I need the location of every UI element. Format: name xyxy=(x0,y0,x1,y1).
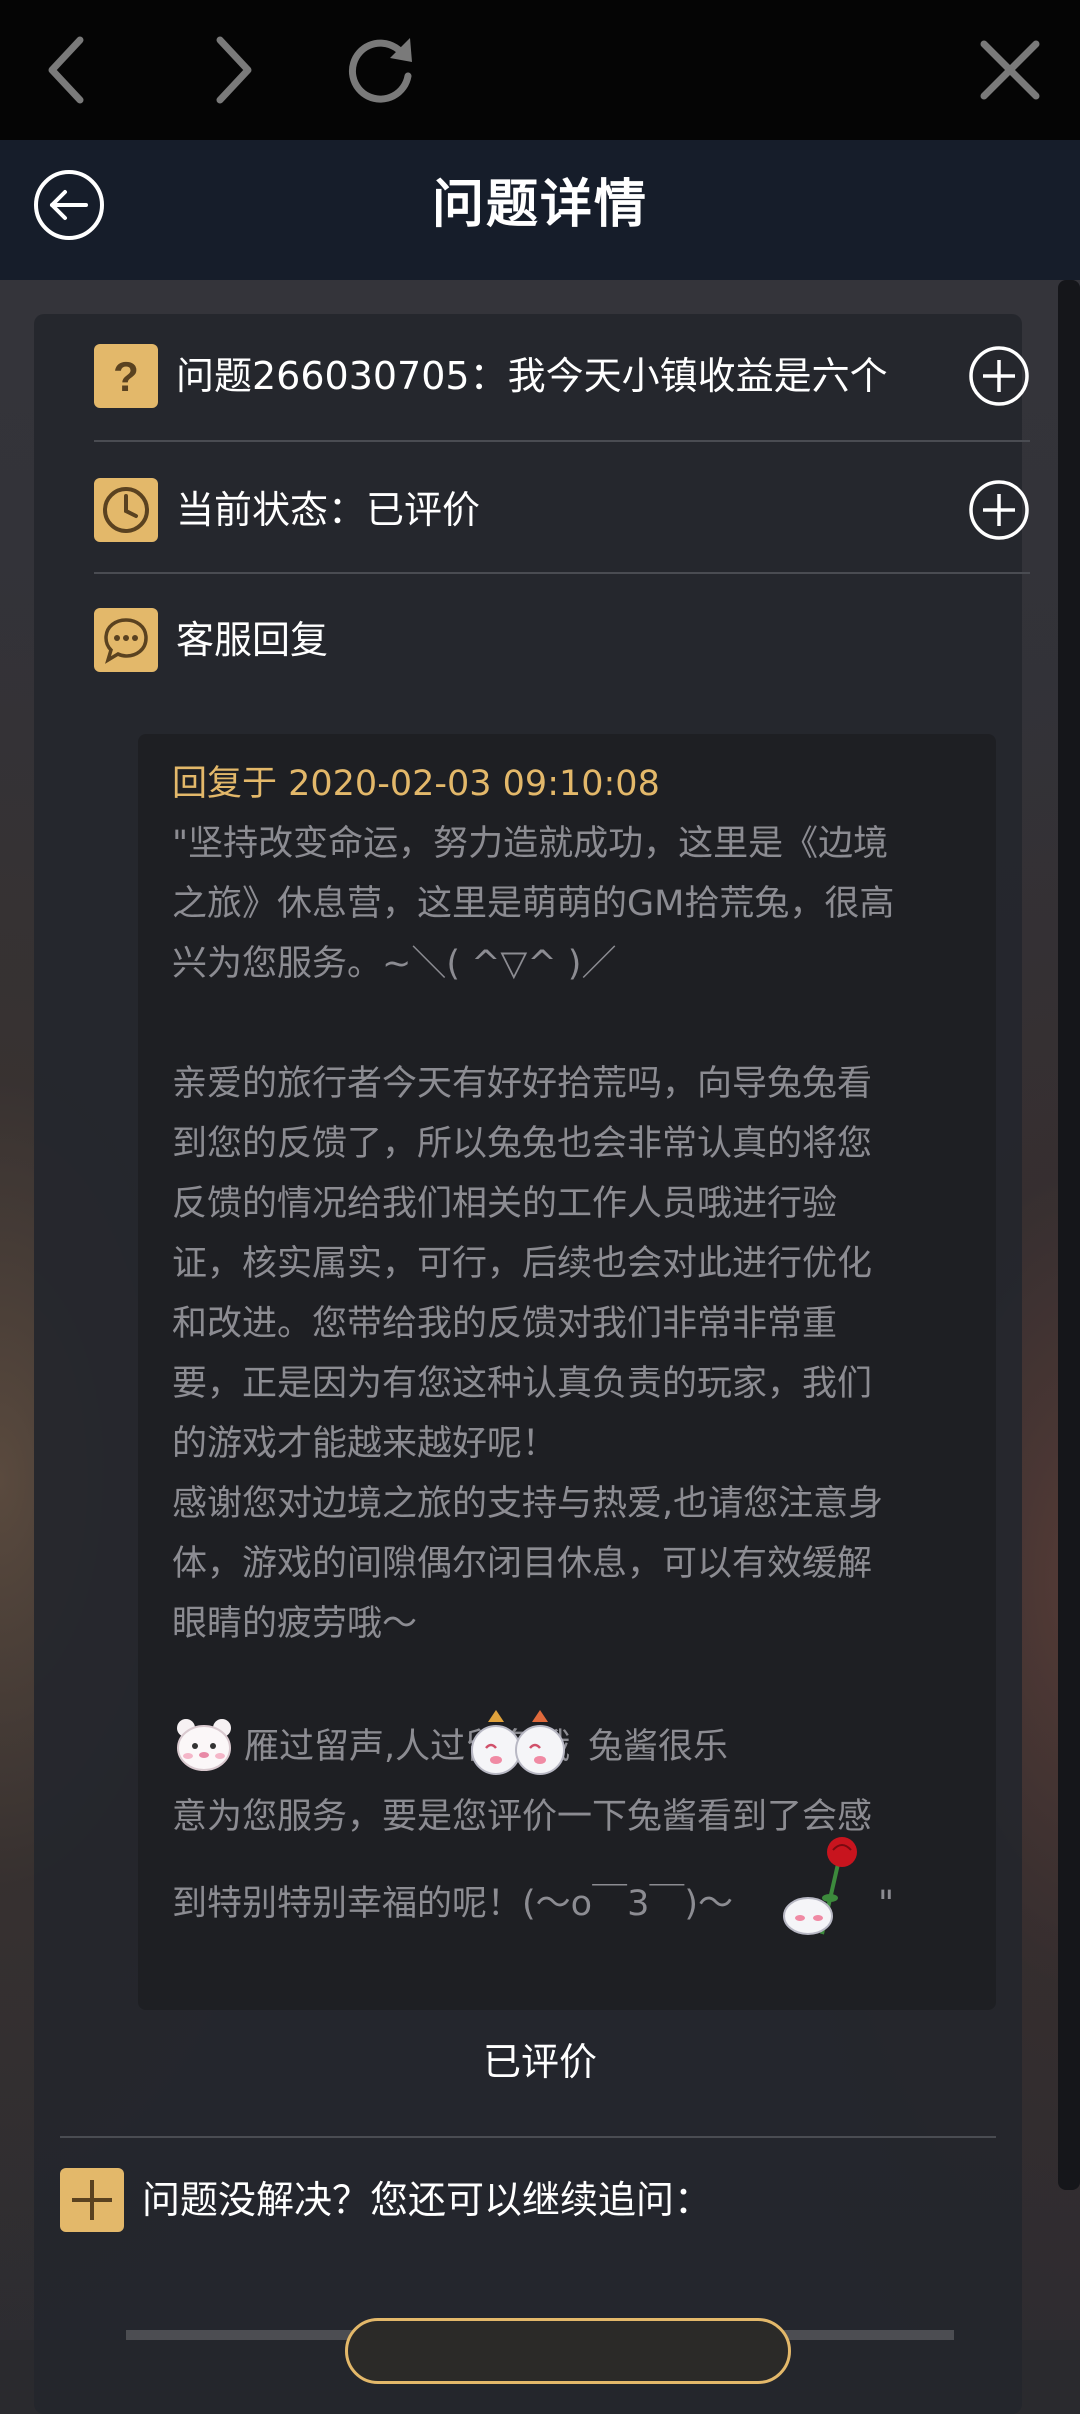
reply-line: 体，游戏的间隙偶尔闭目休息，可以有效缓解 xyxy=(172,1544,873,1584)
reply-line: 和改进。您带给我的反馈对我们非常非常重 xyxy=(172,1304,838,1344)
refresh-icon[interactable] xyxy=(340,30,420,110)
reply-line: 之旅》休息营，这里是萌萌的GM拾荒兔，很高 xyxy=(172,884,895,924)
bunny-pair-sticker-icon xyxy=(471,1710,565,1775)
plus-icon xyxy=(60,2168,124,2232)
reply-message: 回复于 2020-02-03 09:10:08 "坚持改变命运，努力造就成功，这… xyxy=(138,734,996,2010)
browser-toolbar xyxy=(0,0,1080,140)
reply-line: 感谢您对边境之旅的支持与热爱,也请您注意身 xyxy=(172,1484,884,1524)
divider xyxy=(60,2136,996,2138)
reply-line: 证，核实属实，可行，后续也会对此进行优化 xyxy=(172,1244,873,1284)
rated-status: 已评价 xyxy=(482,2040,597,2084)
reply-line: 兔酱很乐 xyxy=(588,1727,729,1767)
status-row: 当前状态：已评价 xyxy=(94,478,1030,542)
scrollbar[interactable] xyxy=(1058,280,1080,2190)
status-label: 当前状态：已评价 xyxy=(176,488,481,532)
follow-up-label: 问题没解决？您还可以继续追问： xyxy=(142,2178,713,2222)
reply-line: 要，正是因为有您这种认真负责的玩家，我们 xyxy=(172,1364,873,1404)
divider xyxy=(94,572,1030,574)
reply-line: 亲爱的旅行者今天有好好拾荒吗，向导兔兔看 xyxy=(172,1064,873,1104)
reply-line: 兴为您服务。~＼( ^▽^ )／ xyxy=(172,944,617,984)
submit-button[interactable] xyxy=(345,2318,791,2384)
clock-icon xyxy=(94,478,158,542)
reply-timestamp: 回复于 2020-02-03 09:10:08 xyxy=(172,764,660,804)
service-reply-row: 客服回复 xyxy=(94,608,1030,672)
expand-status-button[interactable] xyxy=(968,479,1030,541)
reply-line: 反馈的情况给我们相关的工作人员哦进行验 xyxy=(172,1184,838,1224)
reply-line: 眼睛的疲劳哦～ xyxy=(172,1604,418,1644)
bear-sticker-icon xyxy=(177,1719,231,1771)
question-row: ? 问题266030705：我今天小镇收益是六个 xyxy=(94,344,1030,408)
question-title: 问题266030705：我今天小镇收益是六个 xyxy=(176,354,888,398)
reply-line: 到您的反馈了，所以兔兔也会非常认真的将您 xyxy=(172,1124,873,1164)
question-mark-icon: ? xyxy=(94,344,158,408)
divider xyxy=(94,440,1030,442)
reply-closing-quote: " xyxy=(878,1884,895,1924)
reply-line: 的游戏才能越来越好呢！ xyxy=(172,1424,558,1464)
chevron-right-icon[interactable] xyxy=(190,30,270,110)
reply-line: "坚持改变命运，努力造就成功，这里是《边境 xyxy=(172,824,889,864)
reply-line: 到特别特别幸福的呢！(～o￣3￣)～ xyxy=(172,1884,733,1924)
chat-bubble-icon xyxy=(94,608,158,672)
svg-text:?: ? xyxy=(113,353,139,400)
page-title: 问题详情 xyxy=(431,175,648,235)
service-reply-label: 客服回复 xyxy=(176,618,329,662)
follow-up-row[interactable]: 问题没解决？您还可以继续追问： xyxy=(60,2168,996,2232)
expand-question-button[interactable] xyxy=(968,345,1030,407)
chevron-left-icon[interactable] xyxy=(30,30,110,110)
rose-sticker-icon xyxy=(783,1837,857,1935)
close-icon[interactable] xyxy=(970,30,1050,110)
